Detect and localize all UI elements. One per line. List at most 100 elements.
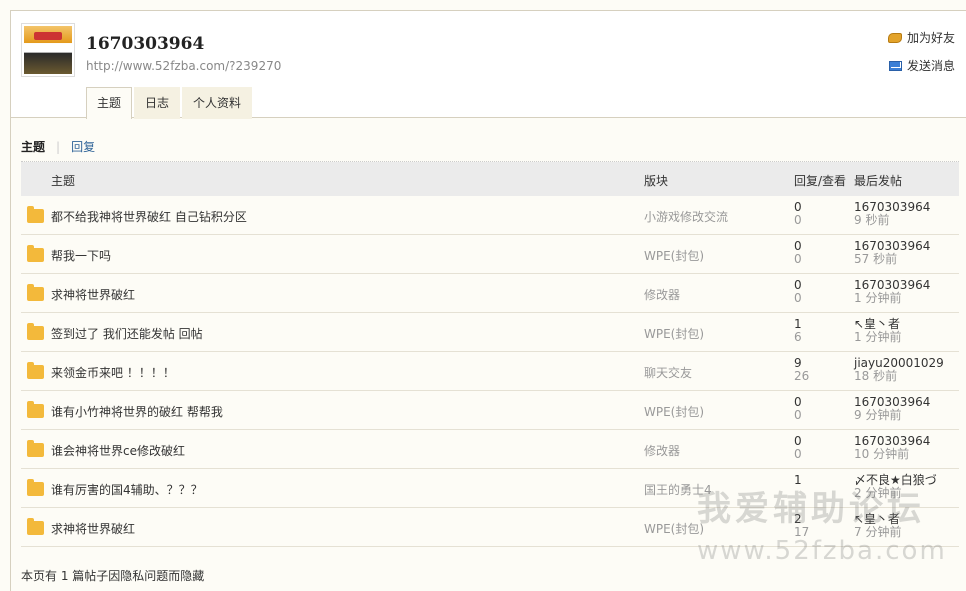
reply-view-count: 00 bbox=[794, 240, 802, 266]
envelope-icon bbox=[888, 60, 902, 71]
thread-forum[interactable]: WPE(封包) bbox=[644, 247, 704, 264]
tab-threads[interactable]: 主题 bbox=[86, 87, 133, 119]
last-post: jiayu20001029 18 秒前 bbox=[854, 357, 944, 383]
view-count: 26 bbox=[794, 369, 810, 383]
header-subject: 主题 bbox=[51, 174, 76, 188]
reply-view-count: 00 bbox=[794, 435, 802, 461]
add-friend-button[interactable]: 加为好友 bbox=[887, 29, 955, 46]
last-post-user[interactable]: 1670303964 bbox=[854, 434, 930, 448]
last-post-user[interactable]: jiayu20001029 bbox=[854, 356, 944, 370]
table-row: 求神将世界破红 修改器 0 0 1670303964 1 分钟前 bbox=[21, 274, 959, 313]
table-row: 来领金币来吧 ！！！！ 聊天交友 9 26 jiayu20001029 18 秒前 bbox=[21, 352, 959, 391]
reply-view-count: 00 bbox=[794, 201, 802, 227]
profile-tabs: 主题 日志 个人资料 bbox=[86, 87, 253, 119]
reply-view-count: 9 26 bbox=[794, 357, 809, 383]
view-count: 0 bbox=[794, 213, 802, 227]
folder-icon bbox=[27, 323, 44, 340]
watermark-url: www.52fzba.com bbox=[697, 536, 947, 566]
thread-title[interactable]: 谁会神将世界ce修改破红 bbox=[51, 442, 185, 459]
view-count: 0 bbox=[794, 291, 802, 305]
last-post-user[interactable]: 1670303964 bbox=[854, 200, 930, 214]
thread-forum[interactable]: 修改器 bbox=[644, 286, 680, 303]
table-header: 主题 版块 回复/查看 最后发帖 bbox=[21, 162, 959, 196]
thread-title[interactable]: 求神将世界破红 bbox=[51, 520, 135, 537]
folder-icon bbox=[27, 206, 44, 223]
reply-count: 0 bbox=[794, 434, 802, 448]
reply-count: 0 bbox=[794, 278, 802, 292]
header-replies-views: 回复/查看 bbox=[794, 174, 847, 188]
username: 1670303964 bbox=[86, 34, 205, 54]
last-post-time[interactable]: 57 秒前 bbox=[854, 253, 930, 266]
table-row: 签到过了 我们还能发帖 回帖 WPE(封包) 1 6 ↖皇丶者 1 分钟前 bbox=[21, 313, 959, 352]
thread-title[interactable]: 谁有厉害的国4辅助、？？？ bbox=[51, 481, 203, 498]
last-post-time[interactable]: 9 分钟前 bbox=[854, 409, 930, 422]
last-post: ↖皇丶者 1 分钟前 bbox=[854, 318, 901, 344]
last-post-user[interactable]: 1670303964 bbox=[854, 395, 930, 409]
folder-icon bbox=[27, 401, 44, 418]
profile-header: 1670303964 http://www.52fzba.com/?239270… bbox=[11, 11, 966, 119]
last-post-time[interactable]: 10 分钟前 bbox=[854, 448, 930, 461]
table-row: 谁有小竹神将世界的破红 帮帮我 WPE(封包) 0 0 1670303964 9 分钟前 bbox=[21, 391, 959, 430]
thread-forum[interactable]: 修改器 bbox=[644, 442, 680, 459]
thread-title[interactable]: 求神将世界破红 bbox=[51, 286, 135, 303]
thread-title[interactable]: 来领金币来吧 ！！！！ bbox=[51, 364, 175, 381]
last-post: 1670303964 9 分钟前 bbox=[854, 396, 930, 422]
subtab-replies[interactable]: 回复 bbox=[71, 138, 95, 155]
reply-view-count: 00 bbox=[794, 279, 802, 305]
thread-title[interactable]: 帮我一下吗 bbox=[51, 247, 111, 264]
hidden-posts-note: 本页有 1 篇帖子因隐私问题而隐藏 bbox=[21, 569, 205, 583]
reply-count: 1 bbox=[794, 317, 802, 331]
thread-forum[interactable]: 聊天交友 bbox=[644, 364, 692, 381]
folder-icon bbox=[27, 518, 44, 535]
tab-profile[interactable]: 个人资料 bbox=[182, 87, 253, 119]
last-post-time[interactable]: 1 分钟前 bbox=[854, 331, 901, 344]
view-count: 0 bbox=[794, 252, 802, 266]
folder-icon bbox=[27, 479, 44, 496]
tab-blog[interactable]: 日志 bbox=[134, 87, 181, 119]
thread-forum[interactable]: WPE(封包) bbox=[644, 403, 704, 420]
last-post: 1670303964 10 分钟前 bbox=[854, 435, 930, 461]
header-forum: 版块 bbox=[644, 174, 669, 188]
table-row: 谁会神将世界ce修改破红 修改器 0 0 1670303964 10 分钟前 bbox=[21, 430, 959, 469]
reply-count: 9 bbox=[794, 356, 802, 370]
thread-forum[interactable]: WPE(封包) bbox=[644, 325, 704, 342]
last-post-user[interactable]: 1670303964 bbox=[854, 278, 930, 292]
folder-icon bbox=[27, 284, 44, 301]
last-post-time[interactable]: 1 分钟前 bbox=[854, 292, 930, 305]
reply-count: 0 bbox=[794, 395, 802, 409]
thread-title[interactable]: 签到过了 我们还能发帖 回帖 bbox=[51, 325, 203, 342]
watermark-text: 我爱辅助论坛 bbox=[697, 489, 925, 529]
thread-title[interactable]: 都不给我神将世界破红 自己钻积分区 bbox=[51, 208, 247, 225]
view-count: 6 bbox=[794, 330, 802, 344]
last-post-user[interactable]: ↖皇丶者 bbox=[854, 317, 900, 331]
thread-title[interactable]: 谁有小竹神将世界的破红 帮帮我 bbox=[51, 403, 223, 420]
folder-icon bbox=[27, 362, 44, 379]
thread-forum[interactable]: WPE(封包) bbox=[644, 520, 704, 537]
view-count: 0 bbox=[794, 447, 802, 461]
add-friend-label: 加为好友 bbox=[906, 31, 955, 45]
last-post: 1670303964 1 分钟前 bbox=[854, 279, 930, 305]
reply-view-count: 16 bbox=[794, 318, 802, 344]
subtab-separator: | bbox=[56, 139, 61, 154]
last-post: 1670303964 57 秒前 bbox=[854, 240, 930, 266]
reply-count: 0 bbox=[794, 200, 802, 214]
user-url[interactable]: http://www.52fzba.com/?239270 bbox=[86, 59, 281, 73]
last-post-time[interactable]: 18 秒前 bbox=[854, 370, 944, 383]
send-message-button[interactable]: 发送消息 bbox=[888, 57, 955, 74]
table-row: 帮我一下吗 WPE(封包) 0 0 1670303964 57 秒前 bbox=[21, 235, 959, 274]
user-avatar[interactable] bbox=[21, 23, 75, 77]
reply-view-count: 00 bbox=[794, 396, 802, 422]
reply-count: 0 bbox=[794, 239, 802, 253]
thread-forum[interactable]: 小游戏修改交流 bbox=[644, 208, 728, 225]
subtabs: 主题 | 回复 bbox=[21, 138, 95, 155]
header-last-post: 最后发帖 bbox=[854, 174, 903, 188]
last-post-time[interactable]: 9 秒前 bbox=[854, 214, 930, 227]
last-post-user[interactable]: 1670303964 bbox=[854, 239, 930, 253]
folder-icon bbox=[27, 245, 44, 262]
folder-icon bbox=[27, 440, 44, 457]
handshake-icon bbox=[887, 32, 902, 43]
last-post: 1670303964 9 秒前 bbox=[854, 201, 930, 227]
view-count: 0 bbox=[794, 408, 802, 422]
send-message-label: 发送消息 bbox=[906, 59, 955, 73]
subtab-threads[interactable]: 主题 bbox=[21, 138, 45, 155]
